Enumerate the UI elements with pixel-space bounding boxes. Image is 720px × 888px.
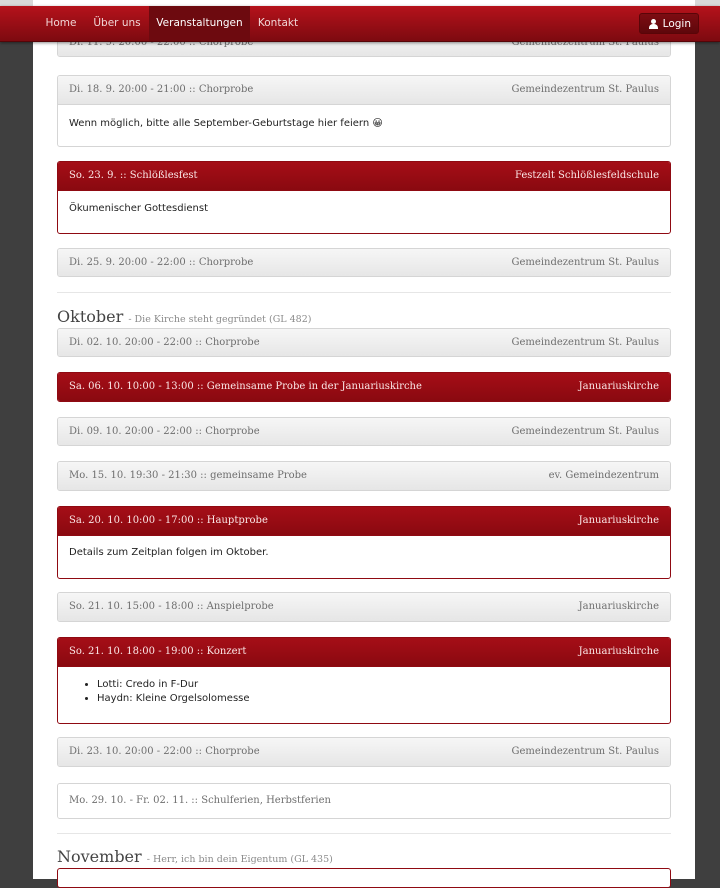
event-header[interactable]: So. 23. 9. :: Schlößlesfest Festzelt Sch… [58, 162, 670, 190]
event-card-highlight: Sa. 20. 10. 10:00 - 17:00 :: Hauptprobe … [57, 506, 671, 579]
event-location: Gemeindezentrum St. Paulus [511, 337, 659, 348]
event-location: Januariuskirche [578, 601, 659, 612]
event-location: Januariuskirche [578, 515, 659, 526]
event-header[interactable]: So. 21. 10. 15:00 - 18:00 :: Anspielprob… [58, 593, 670, 621]
event-location: ev. Gemeindezentrum [548, 470, 659, 481]
program-list: Lotti: Credo in F-Dur Haydn: Kleine Orge… [69, 678, 659, 706]
event-header[interactable]: Di. 18. 9. 20:00 - 21:00 :: Chorprobe Ge… [58, 76, 670, 104]
login-label: Login [662, 18, 691, 30]
event-body: Lotti: Credo in F-Dur Haydn: Kleine Orge… [58, 666, 670, 723]
event-header[interactable]: Di. 25. 9. 20:00 - 22:00 :: Chorprobe Ge… [58, 249, 670, 276]
event-header[interactable]: Sa. 20. 10. 10:00 - 17:00 :: Hauptprobe … [58, 507, 670, 535]
event-description: Wenn möglich, bitte alle September-Gebur… [69, 118, 383, 129]
event-card-highlight-cut [57, 868, 671, 888]
event-header[interactable]: Mo. 29. 10. - Fr. 02. 11. :: Schulferien… [58, 784, 670, 818]
event-location: Gemeindezentrum St. Paulus [511, 84, 659, 95]
user-icon [649, 19, 658, 29]
event-card: Mo. 15. 10. 19:30 - 21:30 :: gemeinsame … [57, 461, 671, 491]
event-title: Di. 18. 9. 20:00 - 21:00 :: Chorprobe [69, 84, 254, 95]
nav-home[interactable]: Home [37, 6, 85, 41]
event-header[interactable]: Di. 02. 10. 20:00 - 22:00 :: Chorprobe G… [58, 329, 670, 356]
event-title: So. 23. 9. :: Schlößlesfest [69, 170, 198, 181]
event-card: Di. 25. 9. 20:00 - 22:00 :: Chorprobe Ge… [57, 248, 671, 277]
event-location: Januariuskirche [578, 381, 659, 392]
event-card-highlight: Sa. 06. 10. 10:00 - 13:00 :: Gemeinsame … [57, 372, 671, 402]
event-location: Gemeindezentrum St. Paulus [511, 426, 659, 437]
event-card: Di. 18. 9. 20:00 - 21:00 :: Chorprobe Ge… [57, 75, 671, 147]
event-card-highlight: So. 23. 9. :: Schlößlesfest Festzelt Sch… [57, 161, 671, 234]
event-card: Mo. 29. 10. - Fr. 02. 11. :: Schulferien… [57, 783, 671, 819]
event-body: Wenn möglich, bitte alle September-Gebur… [58, 104, 670, 146]
program-item: Haydn: Kleine Orgelsolomesse [97, 692, 659, 706]
event-header[interactable]: Di. 09. 10. 20:00 - 22:00 :: Chorprobe G… [58, 418, 670, 445]
event-title: So. 21. 10. 18:00 - 19:00 :: Konzert [69, 646, 247, 657]
event-header[interactable]: Sa. 06. 10. 10:00 - 13:00 :: Gemeinsame … [58, 373, 670, 401]
event-title: Mo. 15. 10. 19:30 - 21:30 :: gemeinsame … [69, 470, 307, 481]
month-subtitle: - Herr, ich bin dein Eigentum (GL 435) [146, 854, 333, 865]
event-body: Details zum Zeitplan folgen im Oktober. [58, 535, 670, 578]
nav-about[interactable]: Über uns [85, 6, 149, 41]
event-description: Ökumenischer Gottesdienst [69, 203, 209, 214]
event-location: Gemeindezentrum St. Paulus [511, 746, 659, 757]
event-location: Januariuskirche [578, 646, 659, 657]
event-title: Di. 25. 9. 20:00 - 22:00 :: Chorprobe [69, 257, 254, 268]
event-body: Ökumenischer Gottesdienst [58, 190, 670, 233]
event-card: Di. 09. 10. 20:00 - 22:00 :: Chorprobe G… [57, 417, 671, 446]
login-button[interactable]: Login [639, 13, 699, 34]
navbar: Home Über uns Veranstaltungen Kontakt Lo… [0, 6, 720, 42]
nav-contact[interactable]: Kontakt [250, 6, 306, 41]
event-header[interactable]: Mo. 15. 10. 19:30 - 21:30 :: gemeinsame … [58, 462, 670, 490]
event-title: So. 21. 10. 15:00 - 18:00 :: Anspielprob… [69, 601, 274, 612]
event-description: Details zum Zeitplan folgen im Oktober. [69, 547, 269, 558]
month-heading-november: November - Herr, ich bin dein Eigentum (… [57, 847, 333, 866]
event-title: Mo. 29. 10. - Fr. 02. 11. :: Schulferien… [69, 795, 331, 806]
event-header[interactable]: So. 21. 10. 18:00 - 19:00 :: Konzert Jan… [58, 638, 670, 666]
event-header[interactable]: Di. 23. 10. 20:00 - 22:00 :: Chorprobe G… [58, 738, 670, 766]
month-divider [57, 833, 671, 834]
event-location: Gemeindezentrum St. Paulus [511, 257, 659, 268]
event-title: Sa. 20. 10. 10:00 - 17:00 :: Hauptprobe [69, 515, 268, 526]
month-divider [57, 292, 671, 293]
event-title: Di. 09. 10. 20:00 - 22:00 :: Chorprobe [69, 426, 260, 437]
event-card-highlight: So. 21. 10. 18:00 - 19:00 :: Konzert Jan… [57, 637, 671, 724]
month-heading-october: Oktober - Die Kirche steht gegründet (GL… [57, 307, 311, 326]
event-location: Festzelt Schlößlesfeldschule [514, 170, 659, 181]
event-title: Di. 23. 10. 20:00 - 22:00 :: Chorprobe [69, 746, 260, 757]
event-title: Di. 02. 10. 20:00 - 22:00 :: Chorprobe [69, 337, 260, 348]
event-card: Di. 02. 10. 20:00 - 22:00 :: Chorprobe G… [57, 328, 671, 357]
event-card: Di. 23. 10. 20:00 - 22:00 :: Chorprobe G… [57, 737, 671, 767]
content-page: Di. 11. 9. 20:00 - 22:00 :: Chorprobe Ge… [33, 0, 695, 888]
month-name: Oktober [57, 307, 124, 326]
event-title: Sa. 06. 10. 10:00 - 13:00 :: Gemeinsame … [69, 381, 422, 392]
month-name: November [57, 847, 142, 866]
event-card: So. 21. 10. 15:00 - 18:00 :: Anspielprob… [57, 592, 671, 622]
nav-events[interactable]: Veranstaltungen [149, 6, 250, 41]
month-subtitle: - Die Kirche steht gegründet (GL 482) [128, 314, 312, 325]
program-item: Lotti: Credo in F-Dur [97, 678, 659, 692]
